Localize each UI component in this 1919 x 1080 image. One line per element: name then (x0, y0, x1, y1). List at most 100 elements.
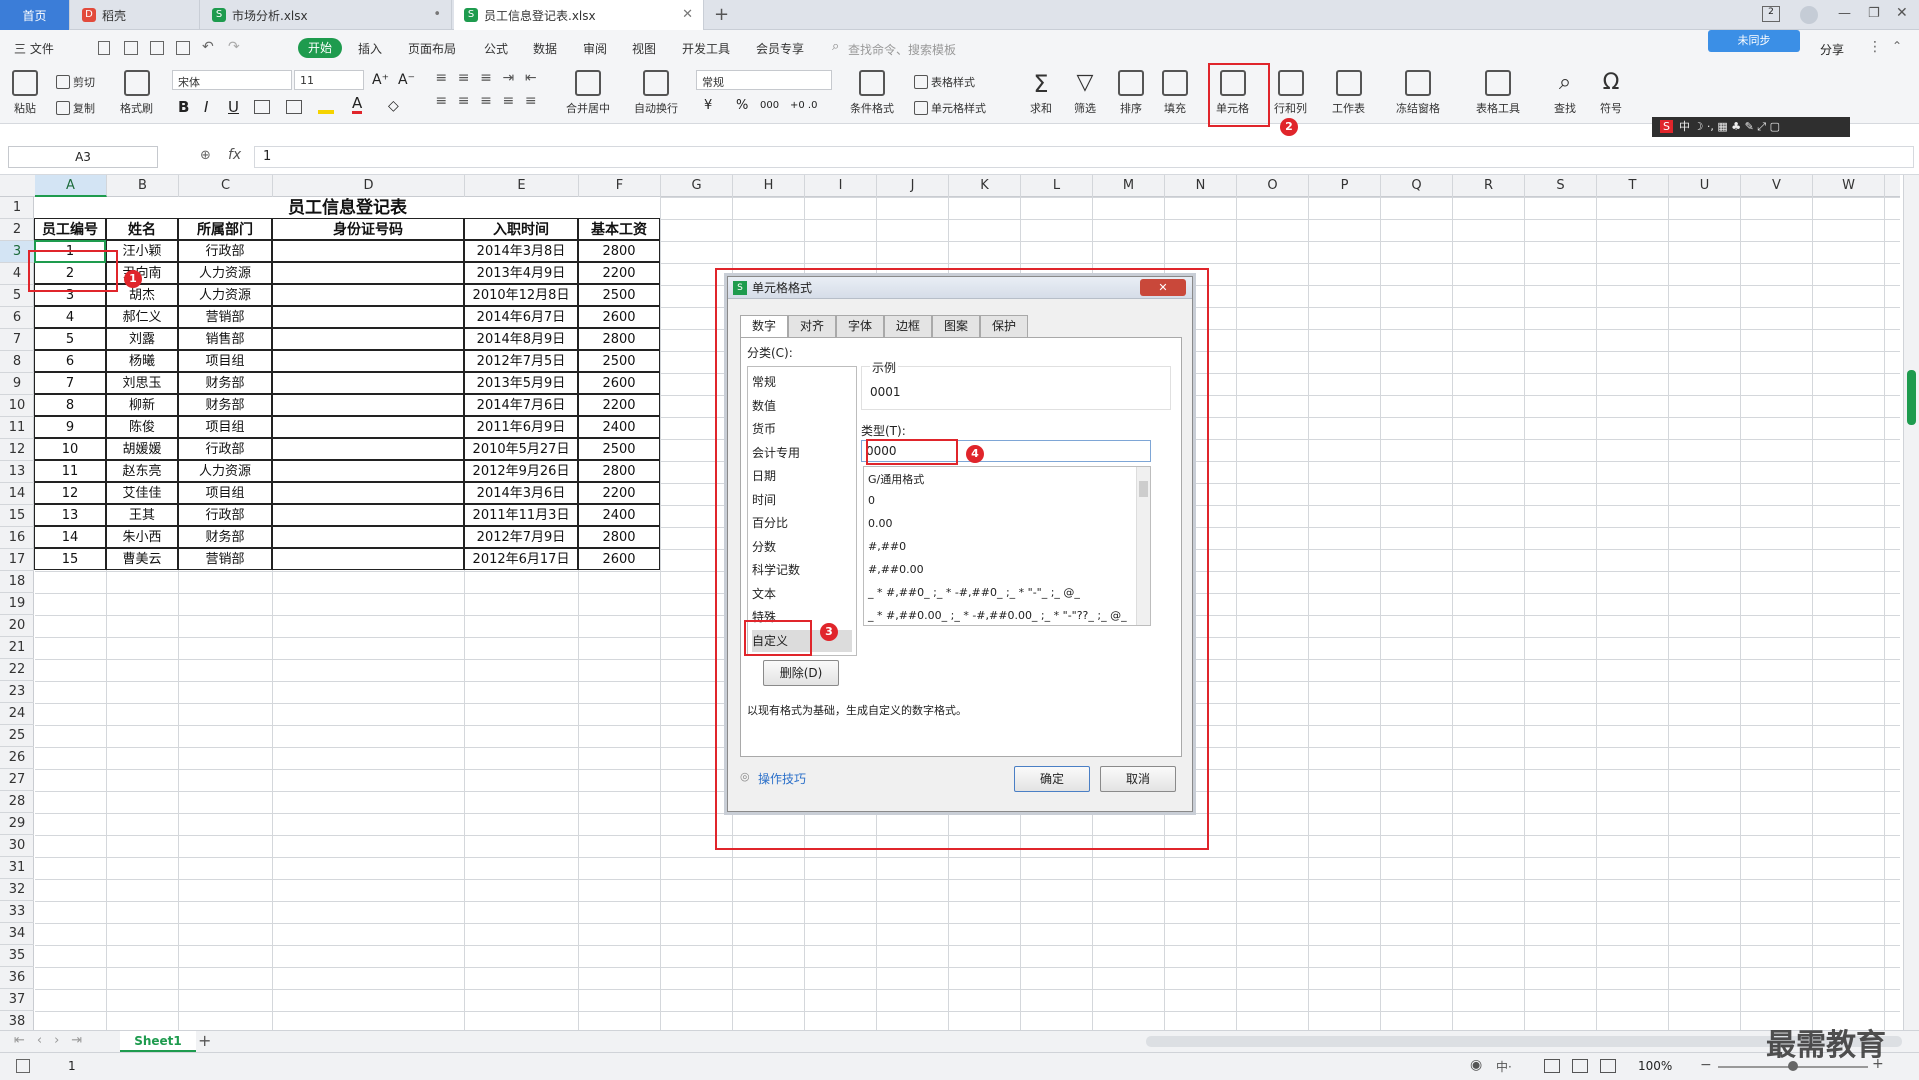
row-header[interactable]: 27 (0, 769, 34, 791)
row-header[interactable]: 18 (0, 571, 34, 593)
table-cell[interactable]: 行政部 (178, 504, 272, 526)
table-cell[interactable]: 郝仁义 (106, 306, 178, 328)
tab-font[interactable]: 字体 (836, 315, 884, 337)
row-header[interactable]: 37 (0, 989, 34, 1011)
table-cell[interactable]: 2013年4月9日 (464, 262, 578, 284)
table-cell[interactable]: 2010年12月8日 (464, 284, 578, 306)
row-header[interactable]: 19 (0, 593, 34, 615)
table-cell[interactable]: 2014年3月8日 (464, 240, 578, 262)
table-cell[interactable]: 艾佳佳 (106, 482, 178, 504)
tab-alignment[interactable]: 对齐 (788, 315, 836, 337)
row-header[interactable]: 28 (0, 791, 34, 813)
table-cell[interactable]: 14 (34, 526, 106, 548)
table-cell[interactable]: 4 (34, 306, 106, 328)
table-cell[interactable]: 刘露 (106, 328, 178, 350)
menu-page-layout[interactable]: 页面布局 (408, 40, 456, 57)
column-header[interactable]: Q (1381, 175, 1453, 197)
table-cell[interactable]: 2012年6月17日 (464, 548, 578, 570)
table-cell[interactable]: 2400 (578, 416, 660, 438)
column-header[interactable]: M (1093, 175, 1165, 197)
restore-icon[interactable]: ❐ (1868, 6, 1880, 21)
table-cell[interactable]: 2500 (578, 438, 660, 460)
table-header-cell[interactable]: 身份证号码 (272, 218, 464, 240)
table-cell[interactable] (272, 526, 464, 548)
find-button[interactable]: ⌕ 查找 (1554, 70, 1576, 116)
conditional-format-button[interactable]: 条件格式 (850, 70, 894, 116)
table-header-cell[interactable]: 基本工资 (578, 218, 660, 240)
table-cell[interactable]: 2600 (578, 372, 660, 394)
table-cell[interactable]: 陈俊 (106, 416, 178, 438)
row-header[interactable]: 30 (0, 835, 34, 857)
redo-icon[interactable]: ↷ (228, 39, 240, 55)
category-item[interactable]: 特殊 (752, 606, 776, 628)
table-cell[interactable]: 项目组 (178, 350, 272, 372)
table-cell[interactable]: 朱小西 (106, 526, 178, 548)
type-item[interactable]: _ * #,##0_ ;_ * -#,##0_ ;_ * "-"_ ;_ @_ (868, 586, 1080, 599)
column-header[interactable]: W (1813, 175, 1885, 197)
table-cell[interactable] (272, 240, 464, 262)
font-shrink-icon[interactable]: A⁻ (398, 72, 415, 88)
justify-icon[interactable]: ≡ (497, 93, 519, 116)
table-cell[interactable]: 营销部 (178, 548, 272, 570)
sum-button[interactable]: Σ 求和 (1030, 70, 1052, 116)
name-box[interactable]: A3 (8, 146, 158, 168)
table-cell[interactable]: 胡杰 (106, 284, 178, 306)
table-cell[interactable]: 2014年6月7日 (464, 306, 578, 328)
row-header[interactable]: 35 (0, 945, 34, 967)
menu-member[interactable]: 会员专享 (756, 40, 804, 57)
category-item[interactable]: 数值 (752, 395, 776, 417)
table-cell[interactable]: 2800 (578, 460, 660, 482)
column-header[interactable]: J (877, 175, 949, 197)
column-header[interactable]: I (805, 175, 877, 197)
table-cell[interactable]: 财务部 (178, 526, 272, 548)
align-right-icon[interactable]: ≡ (475, 93, 497, 116)
open-icon[interactable] (124, 41, 138, 55)
tab-number[interactable]: 数字 (740, 315, 788, 338)
table-cell[interactable]: 2013年5月9日 (464, 372, 578, 394)
table-cell[interactable]: 汪小颖 (106, 240, 178, 262)
wrap-text-button[interactable]: 自动换行 (634, 70, 678, 116)
align-left-icon[interactable]: ≡ (430, 93, 452, 116)
formula-input[interactable]: 1 (254, 146, 1914, 168)
fx-icon[interactable]: fx (228, 147, 241, 163)
type-list-scrollbar[interactable] (1136, 467, 1150, 625)
table-cell[interactable] (272, 394, 464, 416)
normal-view-icon[interactable] (1544, 1059, 1560, 1073)
table-cell[interactable]: 10 (34, 438, 106, 460)
table-cell[interactable]: 7 (34, 372, 106, 394)
table-cell[interactable]: 项目组 (178, 416, 272, 438)
menu-review[interactable]: 审阅 (583, 40, 607, 57)
table-cell[interactable] (272, 548, 464, 570)
row-header[interactable]: 9 (0, 373, 34, 395)
table-cell[interactable] (272, 482, 464, 504)
menu-formula[interactable]: 公式 (484, 40, 508, 57)
table-cell[interactable]: 2 (34, 262, 106, 284)
table-cell[interactable]: 8 (34, 394, 106, 416)
table-header-cell[interactable]: 所属部门 (178, 218, 272, 240)
collapse-ribbon-icon[interactable]: ⌃ (1892, 39, 1902, 53)
cell-style-button[interactable]: 单元格样式 (914, 100, 986, 116)
currency-button[interactable]: ¥ (704, 98, 712, 113)
window-count-icon[interactable]: 2 (1762, 6, 1780, 22)
table-cell[interactable]: 5 (34, 328, 106, 350)
row-header[interactable]: 23 (0, 681, 34, 703)
row-header[interactable]: 22 (0, 659, 34, 681)
ok-button[interactable]: 确定 (1014, 766, 1090, 792)
decimal-button[interactable]: +0 .0 (790, 100, 817, 111)
table-cell[interactable]: 2500 (578, 284, 660, 306)
table-cell[interactable]: 2012年7月5日 (464, 350, 578, 372)
filter-button[interactable]: ▽ 筛选 (1074, 70, 1096, 116)
sheet-tab-sheet1[interactable]: Sheet1 (120, 1031, 196, 1052)
column-header[interactable]: E (465, 175, 579, 197)
menu-file[interactable]: 三 文件 (14, 40, 54, 57)
font-name-select[interactable]: 宋体 (172, 70, 292, 90)
row-header[interactable]: 25 (0, 725, 34, 747)
menu-insert[interactable]: 插入 (358, 40, 382, 57)
category-item[interactable]: 日期 (752, 465, 776, 487)
column-header[interactable]: K (949, 175, 1021, 197)
table-cell[interactable]: 2011年6月9日 (464, 416, 578, 438)
font-color-icon[interactable]: A (352, 96, 363, 114)
bold-button[interactable]: B (178, 98, 189, 116)
table-cell[interactable]: 12 (34, 482, 106, 504)
table-cell[interactable]: 刘思玉 (106, 372, 178, 394)
